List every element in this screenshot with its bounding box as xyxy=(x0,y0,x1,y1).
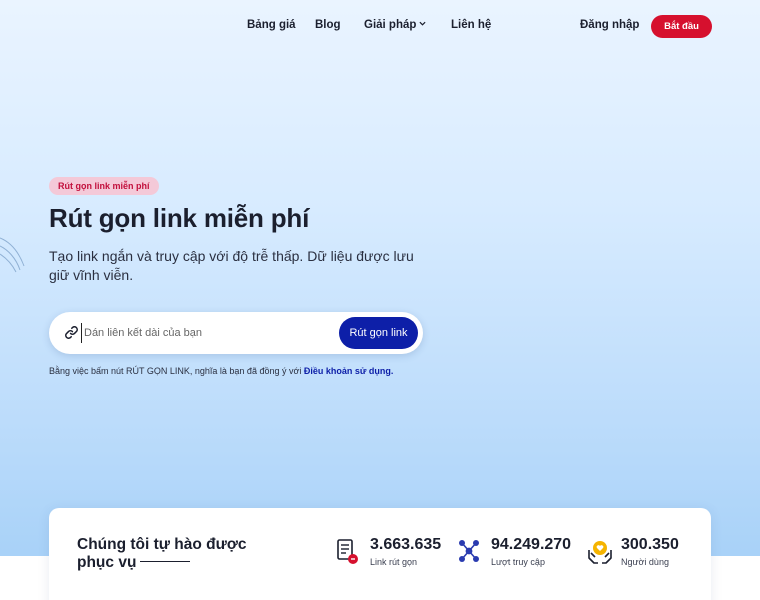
nav-solutions-label: Giải pháp xyxy=(364,19,417,31)
stat-label: Link rút gọn xyxy=(370,557,418,567)
stats-card: Chúng tôi tự hào được phục vụ 3.663.635 … xyxy=(49,508,711,600)
hands-heart-icon xyxy=(588,541,612,564)
login-link[interactable]: Đăng nhập xyxy=(580,19,639,31)
link-icon xyxy=(65,326,78,339)
stat-value: 3.663.635 xyxy=(370,536,442,553)
terms-text: Bằng việc bấm nút RÚT GỌN LINK, nghĩa là… xyxy=(49,366,304,376)
stat-value: 94.249.270 xyxy=(491,536,572,553)
start-button[interactable]: Bắt đầu xyxy=(651,15,712,38)
decorative-swirl xyxy=(0,237,25,273)
nav-link-blog[interactable]: Blog xyxy=(315,19,341,31)
page-title: Rút gọn link miễn phí xyxy=(49,203,310,233)
nav-link-contact[interactable]: Liên hệ xyxy=(451,19,491,31)
free-badge: Rút gọn link miễn phí xyxy=(49,177,159,195)
stat-label: Lượt truy cập xyxy=(491,557,545,567)
stat-value: 300.350 xyxy=(621,536,679,553)
stats-title-text: Chúng tôi tự hào được phục vụ xyxy=(77,536,247,571)
shorten-form: Rút gọn link xyxy=(49,312,423,354)
shorten-link-button[interactable]: Rút gọn link xyxy=(339,317,418,349)
top-navigation: Bảng giá Blog Giải pháp Liên hệ Đăng nhậ… xyxy=(0,0,760,52)
title-underline xyxy=(140,561,191,562)
hero-subtitle: Tạo link ngắn và truy cập với độ trễ thấ… xyxy=(49,248,414,283)
stats-title: Chúng tôi tự hào được phục vụ xyxy=(77,536,257,572)
nav-link-pricing[interactable]: Bảng giá xyxy=(247,19,296,31)
nav-dropdown-solutions[interactable]: Giải pháp xyxy=(364,19,426,31)
stat-label: Người dùng xyxy=(621,557,669,567)
chevron-down-icon xyxy=(419,21,426,26)
terms-of-use-link[interactable]: Điều khoản sử dụng. xyxy=(304,366,394,376)
network-icon xyxy=(459,540,479,562)
long-url-input[interactable] xyxy=(81,323,331,343)
terms-notice: Bằng việc bấm nút RÚT GỌN LINK, nghĩa là… xyxy=(49,366,393,376)
document-link-icon xyxy=(337,539,358,564)
